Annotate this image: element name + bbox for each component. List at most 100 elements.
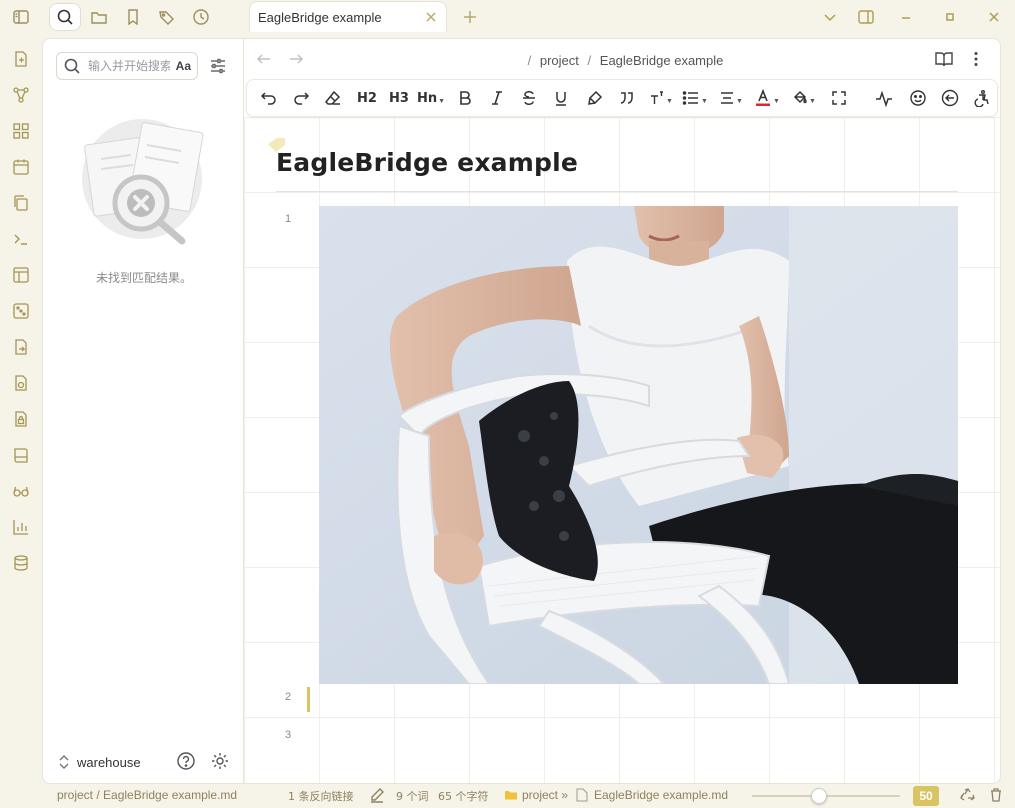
search-panel: Aa 未找到匹配结果。 warehouse — [42, 38, 244, 784]
highlighter-icon[interactable] — [583, 87, 607, 109]
status-file[interactable]: EagleBridge example.md — [594, 788, 728, 802]
bar-chart-icon[interactable] — [9, 515, 33, 539]
text-color-icon — [754, 89, 772, 107]
list-icon — [682, 90, 700, 106]
line-number: 1 — [284, 213, 292, 225]
gear-icon[interactable] — [210, 751, 230, 771]
folder-icon[interactable] — [84, 4, 114, 30]
align-dropdown[interactable]: ▼ — [717, 87, 745, 109]
status-words: 9 个词 — [396, 790, 429, 803]
breadcrumb-folder[interactable]: project — [540, 53, 579, 68]
chevron-down-icon[interactable] — [817, 4, 843, 30]
format-toolbar: H2 H3 Hn ▼ ▼ ▼ ▼ ▼ ▼ — [246, 79, 998, 117]
search-icon — [63, 57, 81, 75]
minimize-icon[interactable] — [893, 4, 919, 30]
file-sync-icon[interactable] — [9, 371, 33, 395]
heading-n-dropdown[interactable]: Hn ▼ — [417, 87, 445, 109]
embedded-image[interactable] — [319, 206, 958, 684]
search-box: Aa — [56, 52, 198, 80]
formula-dropdown[interactable]: ▼ — [647, 87, 675, 109]
chevron-up-down-icon — [57, 754, 71, 770]
status-folder[interactable]: project » — [522, 788, 568, 802]
empty-message: 未找到匹配结果。 — [95, 271, 192, 285]
emoji-icon[interactable] — [906, 87, 930, 109]
file-icon — [576, 788, 588, 802]
tab-eaglebridge-example[interactable]: EagleBridge example — [249, 1, 447, 32]
search-input[interactable] — [88, 59, 170, 73]
more-vertical-icon[interactable] — [966, 49, 986, 69]
arrow-circle-left-icon[interactable] — [938, 87, 962, 109]
file-export-icon[interactable] — [9, 335, 33, 359]
sidebar-toggle-icon[interactable] — [6, 4, 36, 30]
accessibility-icon[interactable] — [970, 87, 994, 109]
copy-icon[interactable] — [9, 191, 33, 215]
document-title[interactable]: EagleBridge example — [276, 148, 578, 177]
database-icon[interactable] — [9, 551, 33, 575]
status-chars: 65 个字符 — [438, 790, 489, 803]
terminal-icon[interactable] — [9, 227, 33, 251]
dice-icon[interactable] — [9, 299, 33, 323]
close-window-icon[interactable] — [981, 4, 1007, 30]
zoom-slider-handle[interactable] — [810, 788, 827, 804]
calendar-icon[interactable] — [9, 155, 33, 179]
status-path[interactable]: project / EagleBridge example.md — [57, 788, 237, 802]
redo-icon[interactable] — [289, 87, 313, 109]
superscript-icon — [649, 90, 665, 106]
recycle-icon[interactable] — [960, 787, 976, 803]
help-icon[interactable] — [176, 751, 196, 771]
tab-title: EagleBridge example — [258, 9, 382, 25]
sliders-icon[interactable] — [205, 53, 231, 79]
folder-icon — [504, 788, 518, 802]
no-results-illustration — [79, 119, 209, 254]
list-dropdown[interactable]: ▼ — [681, 87, 709, 109]
quote-icon[interactable] — [615, 87, 639, 109]
right-sidebar-toggle-icon[interactable] — [853, 4, 879, 30]
vault-switcher[interactable]: warehouse — [57, 748, 235, 776]
align-center-icon — [719, 90, 735, 106]
left-ribbon — [0, 34, 42, 784]
status-backlinks[interactable]: 1 条反向链接 — [288, 788, 354, 804]
zoom-value: 50 — [913, 786, 939, 806]
match-case-toggle[interactable]: Aa — [176, 59, 191, 73]
editor-pane: / project / EagleBridge example H2 H3 Hn… — [243, 38, 1001, 784]
trash-icon[interactable] — [988, 787, 1004, 803]
maximize-icon[interactable] — [937, 4, 963, 30]
active-line-marker — [307, 687, 310, 712]
heading-2-button[interactable]: H2 — [355, 87, 379, 109]
glasses-icon[interactable] — [9, 479, 33, 503]
heading-3-button[interactable]: H3 — [387, 87, 411, 109]
underline-icon[interactable] — [549, 87, 573, 109]
vault-name: warehouse — [77, 754, 141, 770]
line-number: 3 — [284, 729, 292, 741]
breadcrumb-file[interactable]: EagleBridge example — [600, 53, 724, 68]
strikethrough-icon[interactable] — [517, 87, 541, 109]
book-icon[interactable] — [9, 443, 33, 467]
file-plus-icon[interactable] — [9, 47, 33, 71]
layout-icon[interactable] — [9, 263, 33, 287]
italic-icon[interactable] — [485, 87, 509, 109]
paint-bucket-icon — [792, 90, 808, 106]
clock-icon[interactable] — [186, 4, 216, 30]
breadcrumb: / project / EagleBridge example — [527, 53, 724, 68]
text-color-dropdown[interactable]: ▼ — [753, 87, 781, 109]
book-open-icon[interactable] — [934, 49, 954, 69]
eraser-icon[interactable] — [321, 87, 345, 109]
status-bar: project / EagleBridge example.md 1 条反向链接… — [0, 784, 1015, 808]
title-divider — [276, 191, 958, 192]
close-icon[interactable] — [424, 10, 438, 24]
file-lock-icon[interactable] — [9, 407, 33, 431]
grid-icon[interactable] — [9, 119, 33, 143]
undo-icon[interactable] — [257, 87, 281, 109]
graph-icon[interactable] — [9, 83, 33, 107]
search-icon[interactable] — [50, 4, 80, 30]
line-number: 2 — [284, 691, 292, 703]
pencil-icon[interactable] — [369, 787, 385, 803]
new-tab-icon[interactable] — [455, 4, 485, 30]
title-bar: EagleBridge example — [0, 0, 1015, 34]
highlight-color-dropdown[interactable]: ▼ — [790, 87, 818, 109]
bookmark-icon[interactable] — [118, 4, 148, 30]
tags-icon[interactable] — [152, 4, 182, 30]
bold-icon[interactable] — [453, 87, 477, 109]
activity-icon[interactable] — [872, 87, 896, 109]
fullscreen-icon[interactable] — [827, 87, 851, 109]
